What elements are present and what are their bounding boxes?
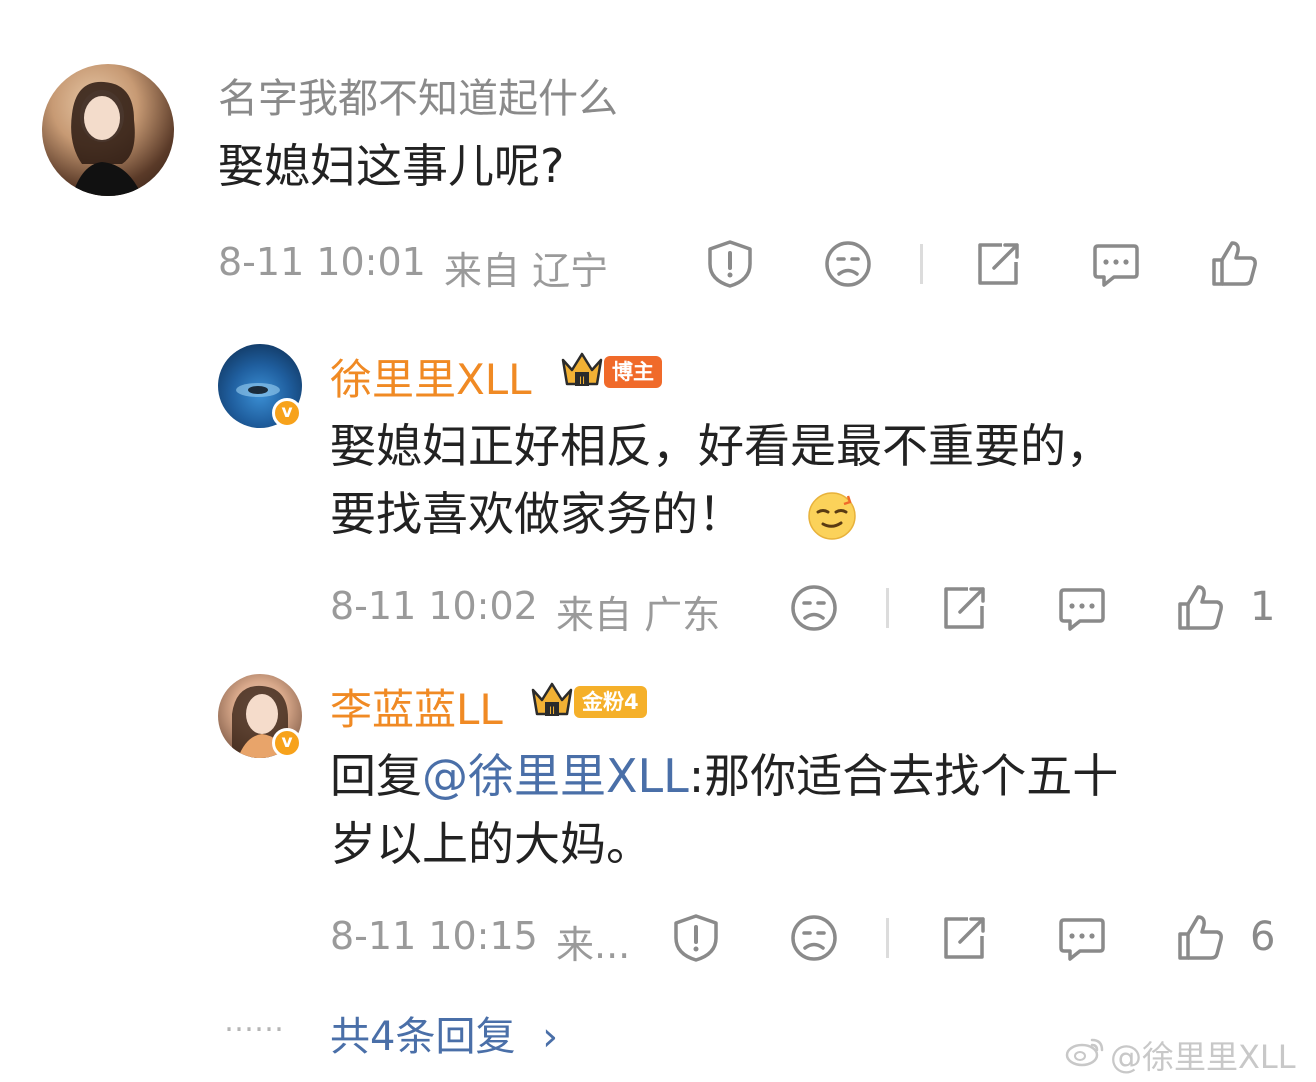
dislike-icon[interactable] bbox=[822, 238, 874, 290]
svg-text:II: II bbox=[549, 705, 555, 717]
reply-location: 来... bbox=[556, 923, 631, 967]
reply-username[interactable]: 李蓝蓝LL bbox=[330, 676, 503, 737]
comment-location: 来自 辽宁 bbox=[444, 249, 609, 293]
reply-time: 8-11 10:15 bbox=[330, 914, 538, 958]
avatar-image bbox=[71, 81, 142, 196]
like-icon[interactable] bbox=[1174, 582, 1226, 634]
report-icon[interactable] bbox=[670, 912, 722, 964]
comment-icon[interactable] bbox=[1090, 238, 1142, 290]
report-icon[interactable] bbox=[704, 238, 756, 290]
reply-time: 8-11 10:02 bbox=[330, 584, 538, 628]
reply-username[interactable]: 徐里里XLL bbox=[330, 346, 532, 407]
chevron-right-icon: › bbox=[542, 1014, 559, 1060]
svg-text:II: II bbox=[579, 375, 585, 387]
reply-text-line1: 回复@徐里里XLL:那你适合去找个五十 bbox=[330, 749, 1119, 803]
divider bbox=[886, 588, 889, 628]
weibo-logo-icon bbox=[1064, 1034, 1106, 1072]
like-count: 6 bbox=[1250, 914, 1276, 960]
reply-text-line2: 岁以上的大妈。 bbox=[330, 817, 652, 871]
comment-icon[interactable] bbox=[1056, 912, 1108, 964]
sweat-smile-emoji bbox=[806, 490, 858, 546]
fan-level-badge: 金粉4 bbox=[574, 686, 647, 718]
reply-text-line2: 要找喜欢做家务的！ bbox=[330, 487, 744, 541]
dislike-icon[interactable] bbox=[788, 912, 840, 964]
reply-location: 来自 广东 bbox=[556, 593, 721, 637]
reply-text-line1: 娶媳妇正好相反，好看是最不重要的， bbox=[330, 419, 1112, 473]
like-icon[interactable] bbox=[1174, 912, 1226, 964]
divider bbox=[886, 918, 889, 958]
more-replies-link[interactable]: 共4条回复 › bbox=[330, 1004, 558, 1062]
comment-icon[interactable] bbox=[1056, 582, 1108, 634]
mention-link[interactable]: @徐里里XLL bbox=[422, 749, 689, 803]
crown-icon: II bbox=[530, 680, 574, 720]
avatar[interactable] bbox=[42, 64, 174, 196]
share-icon[interactable] bbox=[938, 582, 990, 634]
verified-badge: v bbox=[272, 398, 302, 428]
more-dots: …… bbox=[224, 1004, 284, 1039]
comment-time: 8-11 10:01 bbox=[218, 240, 426, 284]
divider bbox=[920, 244, 923, 284]
share-icon[interactable] bbox=[938, 912, 990, 964]
crown-icon: II bbox=[560, 350, 604, 390]
watermark: @徐里里XLL bbox=[1110, 1038, 1296, 1076]
blogger-badge: 博主 bbox=[604, 356, 662, 388]
dislike-icon[interactable] bbox=[788, 582, 840, 634]
comment-username[interactable]: 名字我都不知道起什么 bbox=[218, 66, 618, 124]
like-count: 1 bbox=[1250, 584, 1276, 630]
verified-badge: v bbox=[272, 728, 302, 758]
comment-text: 娶媳妇这事儿呢? bbox=[218, 139, 565, 193]
share-icon[interactable] bbox=[972, 238, 1024, 290]
like-icon[interactable] bbox=[1208, 238, 1260, 290]
